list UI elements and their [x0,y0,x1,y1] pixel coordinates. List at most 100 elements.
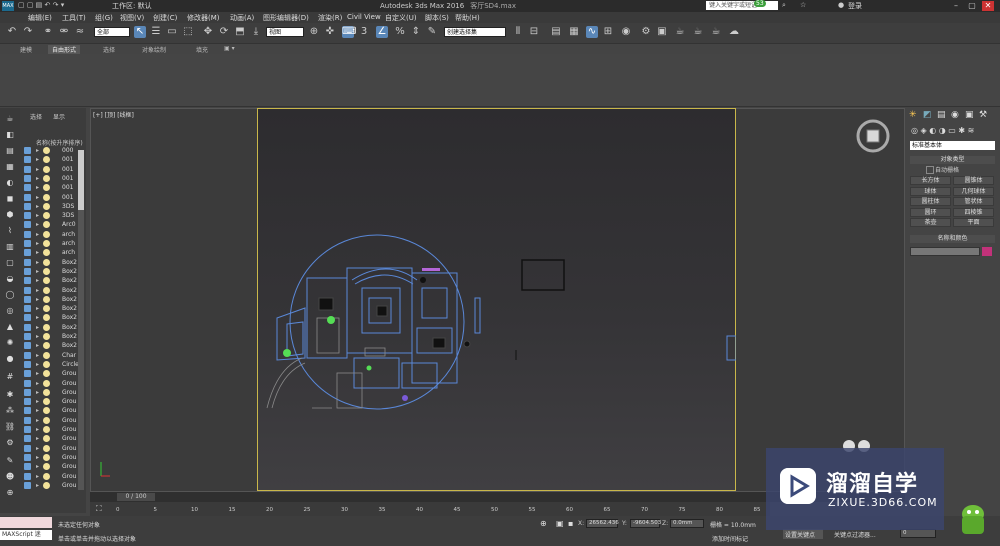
light-bulb-icon[interactable] [43,416,50,424]
maximize-button[interactable]: ▢ [966,1,978,11]
expand-arrow-icon[interactable]: ▸ [36,313,39,322]
menu-item-edit[interactable]: 编辑(E) [28,13,52,23]
light-bulb-icon[interactable] [43,398,50,406]
menu-item-group[interactable]: 组(G) [95,13,113,23]
selection-lock-icon[interactable]: ⊕ [540,519,547,528]
app-logo-icon[interactable]: MAX [2,1,14,11]
visibility-icon[interactable] [24,416,31,424]
workspace-selector[interactable]: 工作区: 默认 [112,1,152,11]
bind-space-warp-icon[interactable]: ≈ [74,26,86,38]
set-key-button[interactable]: 设置关键点 [783,529,823,539]
list-item[interactable]: ▸ arch [22,239,84,248]
menu-item-rendering[interactable]: 渲染(R) [318,13,342,23]
object-color-swatch[interactable] [982,247,992,256]
menu-item-customize[interactable]: 自定义(U) [385,13,417,23]
star-icon[interactable]: ☆ [800,1,806,9]
render-iterative-icon[interactable]: ☕ [692,26,704,38]
spinner-snap-icon[interactable]: ⇕ [410,26,422,38]
edit-named-selection-icon[interactable]: ✎ [426,26,438,38]
viewport-label[interactable]: [+] [顶] [线框] [93,110,134,119]
expand-arrow-icon[interactable]: ▸ [36,220,39,229]
light-bulb-icon[interactable] [43,193,50,201]
list-item[interactable]: ▸ 001 [22,165,84,174]
list-item[interactable]: ▸ 001 [22,155,84,164]
add-time-tag[interactable]: 添加时间标记 [712,534,748,543]
expand-arrow-icon[interactable]: ▸ [36,183,39,192]
sun-icon[interactable]: ✺ [4,338,16,348]
list-item[interactable]: ▸ Grou [22,388,84,397]
link-chain-icon[interactable]: ⛓ [4,422,16,432]
light-bulb-icon[interactable] [43,305,50,313]
visibility-icon[interactable] [24,184,31,192]
expand-arrow-icon[interactable]: ▸ [36,295,39,304]
expand-arrow-icon[interactable]: ▸ [36,388,39,397]
menu-item-scripting[interactable]: 脚本(S) [425,13,449,23]
isolate-icon[interactable]: ▣ [556,519,564,528]
ribbon-options-icon[interactable]: ▣ ▾ [224,45,235,52]
object-type-button[interactable]: 球体 [910,186,951,196]
display-icon[interactable]: ▤ [4,146,16,156]
list-item[interactable]: ▸ Box2 [22,295,84,304]
tab-modeling[interactable]: 建模 [20,45,32,54]
visibility-icon[interactable] [24,444,31,452]
light-icon[interactable]: ◐ [4,178,16,188]
visibility-icon[interactable] [24,165,31,173]
visibility-icon[interactable] [24,230,31,238]
visibility-icon[interactable] [24,481,31,489]
visibility-icon[interactable] [24,286,31,294]
pivot-center-icon[interactable]: ⊕ [308,26,320,38]
expand-arrow-icon[interactable]: ▸ [36,397,39,406]
search-input[interactable]: 键入关键字或短语 [706,1,778,10]
expand-arrow-icon[interactable]: ▸ [36,174,39,183]
expand-arrow-icon[interactable]: ▸ [36,286,39,295]
expand-arrow-icon[interactable]: ▸ [36,416,39,425]
x-coordinate[interactable]: 26562.436 [586,519,619,528]
place-icon[interactable]: ⤓ [250,26,262,38]
expand-arrow-icon[interactable]: ▸ [36,258,39,267]
paint-icon[interactable]: ✎ [4,456,16,466]
light-bulb-icon[interactable] [43,286,50,294]
ring-icon[interactable]: ◎ [4,306,16,316]
light-bulb-icon[interactable] [43,444,50,452]
utilities-tab-icon[interactable]: ⚒ [979,110,987,120]
list-item[interactable]: ▸ arch [22,230,84,239]
scale-icon[interactable]: ⬒ [234,26,246,38]
list-item[interactable]: ▸ Grou [22,425,84,434]
shape-icon[interactable]: ◼ [4,194,16,204]
tab-freeform[interactable]: 自由形式 [48,45,81,54]
maxscript-mini-input[interactable]: MAXScript 迷 [0,530,52,540]
visibility-icon[interactable] [24,426,31,433]
visibility-icon[interactable] [24,370,31,378]
visibility-icon[interactable] [24,147,31,154]
menu-item-help[interactable]: 帮助(H) [455,13,480,23]
visibility-icon[interactable] [24,472,31,480]
primitive-type-dropdown[interactable]: 标准基本体 [910,141,995,150]
visibility-icon[interactable] [24,407,31,415]
y-coordinate[interactable]: -9604.503 [630,519,661,528]
object-type-button[interactable]: 圆环 [910,207,951,217]
expand-arrow-icon[interactable]: ▸ [36,323,39,332]
list-item[interactable]: ▸ Grou [22,434,84,443]
list-item[interactable]: ▸ 3DS [22,211,84,220]
list-item[interactable]: ▸ Box2 [22,286,84,295]
spacewarp-icon[interactable]: ⌇ [4,226,16,236]
select-object-icon[interactable]: ↖ [134,26,146,38]
visibility-icon[interactable] [24,342,31,350]
light-bulb-icon[interactable] [43,240,50,247]
list-item[interactable]: ▸ Grou [22,406,84,415]
list-item[interactable]: ▸ Grou [22,444,84,453]
list-item[interactable]: ▸ 000 [22,146,84,155]
material-editor-icon[interactable]: ◉ [620,26,632,38]
expand-arrow-icon[interactable]: ▸ [36,444,39,453]
rotate-icon[interactable]: ⟳ [218,26,230,38]
create-tab-icon[interactable]: ✳ [909,110,917,120]
light-bulb-icon[interactable] [43,472,50,480]
render-production-icon[interactable]: ☕ [674,26,686,38]
visibility-icon[interactable] [24,398,31,406]
circle-icon[interactable]: ◯ [4,290,16,300]
list-item[interactable]: ▸ Box2 [22,258,84,267]
camera-icon[interactable]: ◧ [4,130,16,140]
visibility-icon[interactable] [24,314,31,322]
list-item[interactable]: ▸ Arc0 [22,220,84,229]
light-bulb-icon[interactable] [43,221,50,229]
